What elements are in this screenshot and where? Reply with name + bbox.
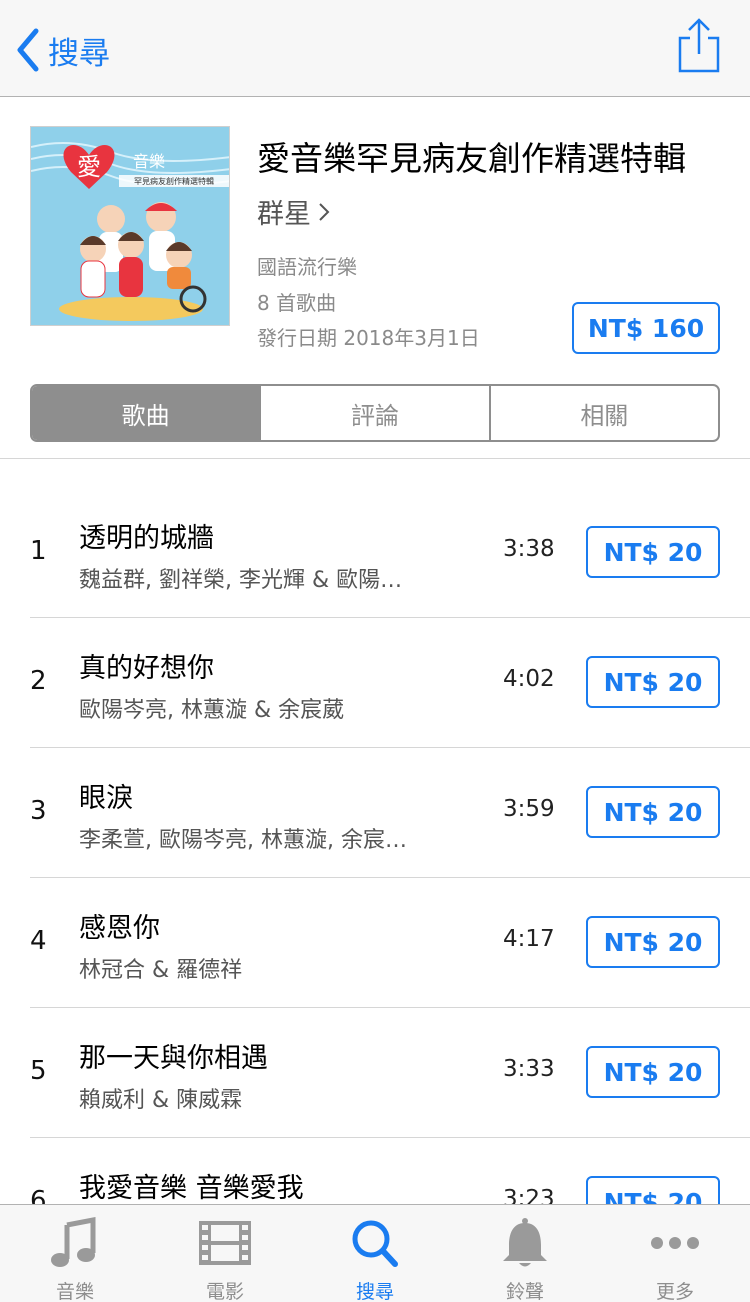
album-artwork: 愛 音樂 罕見病友創作精選特輯 bbox=[30, 126, 230, 326]
track-row[interactable]: 3 眼淚 李柔萱, 歐陽岑亮, 林蕙漩, 余宸… 3:59 NT$ 20 bbox=[0, 748, 750, 878]
album-title: 愛音樂罕見病友創作精選特輯 bbox=[257, 139, 686, 178]
tab-label: 搜尋 bbox=[355, 1281, 394, 1302]
section-divider bbox=[0, 458, 750, 459]
track-price-button[interactable]: NT$ 20 bbox=[586, 1046, 720, 1098]
track-artists: 魏益群, 劉祥榮, 李光輝 & 歐陽… bbox=[79, 568, 403, 593]
track-artists: 賴威利 & 陳威霖 bbox=[79, 1088, 243, 1113]
chevron-left-icon bbox=[17, 28, 39, 72]
album-price-button[interactable]: NT$ 160 bbox=[572, 302, 720, 354]
segment-reviews[interactable]: 評論 bbox=[259, 386, 488, 440]
track-number: 4 bbox=[30, 926, 47, 956]
tab-bar: 音樂 電影 搜尋 鈴聲 更多 bbox=[0, 1204, 750, 1302]
track-number: 5 bbox=[30, 1056, 47, 1086]
track-number: 2 bbox=[30, 666, 47, 696]
tab-label: 更多 bbox=[655, 1281, 694, 1302]
navigation-bar: 搜尋 bbox=[0, 0, 750, 97]
track-duration: 3:38 bbox=[503, 536, 555, 562]
share-button[interactable] bbox=[674, 16, 724, 76]
track-price-button[interactable]: NT$ 20 bbox=[586, 1176, 720, 1204]
artist-link[interactable]: 群星 bbox=[257, 192, 331, 231]
tab-search[interactable]: 搜尋 bbox=[300, 1205, 450, 1302]
track-artists: 林冠合 & 羅德祥 bbox=[79, 958, 243, 983]
track-duration: 4:17 bbox=[503, 926, 555, 952]
track-list: 1 透明的城牆 魏益群, 劉祥榮, 李光輝 & 歐陽… 3:38 NT$ 20 … bbox=[0, 488, 750, 1204]
track-price-button[interactable]: NT$ 20 bbox=[586, 916, 720, 968]
svg-text:罕見病友創作精選特輯: 罕見病友創作精選特輯 bbox=[134, 176, 214, 186]
track-artists: 歐陽岑亮, 林蕙漩 & 余宸葳 bbox=[79, 698, 345, 723]
bell-icon bbox=[503, 1218, 547, 1267]
tab-label: 鈴聲 bbox=[505, 1281, 544, 1302]
film-icon bbox=[199, 1221, 251, 1265]
back-button-label: 搜尋 bbox=[48, 35, 110, 72]
track-row[interactable]: 2 真的好想你 歐陽岑亮, 林蕙漩 & 余宸葳 4:02 NT$ 20 bbox=[0, 618, 750, 748]
track-row[interactable]: 4 感恩你 林冠合 & 羅德祥 4:17 NT$ 20 bbox=[0, 878, 750, 1008]
track-row[interactable]: 6 我愛音樂 音樂愛我 3:23 NT$ 20 bbox=[0, 1138, 750, 1204]
music-note-icon bbox=[51, 1217, 96, 1267]
share-icon bbox=[678, 18, 720, 73]
track-price-button[interactable]: NT$ 20 bbox=[586, 656, 720, 708]
back-button[interactable]: 搜尋 bbox=[14, 26, 110, 74]
tab-more[interactable]: 更多 bbox=[600, 1205, 750, 1302]
svg-text:音樂: 音樂 bbox=[133, 152, 165, 171]
tab-music[interactable]: 音樂 bbox=[0, 1205, 150, 1302]
more-icon bbox=[651, 1237, 699, 1249]
artist-name: 群星 bbox=[257, 199, 311, 230]
track-title: 透明的城牆 bbox=[79, 523, 214, 554]
segment-related[interactable]: 相關 bbox=[488, 386, 718, 440]
track-duration: 3:23 bbox=[503, 1186, 555, 1204]
track-title: 那一天與你相遇 bbox=[79, 1043, 268, 1074]
track-duration: 3:59 bbox=[503, 796, 555, 822]
tab-label: 音樂 bbox=[55, 1281, 94, 1302]
track-row[interactable]: 1 透明的城牆 魏益群, 劉祥榮, 李光輝 & 歐陽… 3:38 NT$ 20 bbox=[0, 488, 750, 618]
track-duration: 4:02 bbox=[503, 666, 555, 692]
track-price-button[interactable]: NT$ 20 bbox=[586, 526, 720, 578]
track-row[interactable]: 5 那一天與你相遇 賴威利 & 陳威霖 3:33 NT$ 20 bbox=[0, 1008, 750, 1138]
tab-movies[interactable]: 電影 bbox=[150, 1205, 300, 1302]
track-title: 真的好想你 bbox=[79, 653, 214, 684]
segment-songs[interactable]: 歌曲 bbox=[32, 386, 260, 440]
track-price-button[interactable]: NT$ 20 bbox=[586, 786, 720, 838]
segmented-control: 歌曲 評論 相關 bbox=[30, 384, 720, 442]
track-number: 3 bbox=[30, 796, 47, 826]
track-title: 眼淚 bbox=[79, 783, 133, 814]
track-number: 1 bbox=[30, 536, 47, 566]
track-number: 6 bbox=[30, 1186, 47, 1204]
track-title: 我愛音樂 音樂愛我 bbox=[79, 1173, 304, 1204]
tab-ringtones[interactable]: 鈴聲 bbox=[450, 1205, 600, 1302]
track-title: 感恩你 bbox=[79, 913, 160, 944]
tab-label: 電影 bbox=[205, 1281, 244, 1302]
album-release-date: 發行日期 2018年3月1日 bbox=[257, 326, 480, 350]
svg-text:愛: 愛 bbox=[77, 153, 101, 181]
search-icon bbox=[352, 1220, 398, 1267]
track-artists: 李柔萱, 歐陽岑亮, 林蕙漩, 余宸… bbox=[79, 828, 407, 853]
chevron-right-icon bbox=[319, 202, 330, 221]
track-duration: 3:33 bbox=[503, 1056, 555, 1082]
album-track-count: 8 首歌曲 bbox=[257, 291, 337, 315]
album-genre: 國語流行樂 bbox=[257, 255, 357, 279]
